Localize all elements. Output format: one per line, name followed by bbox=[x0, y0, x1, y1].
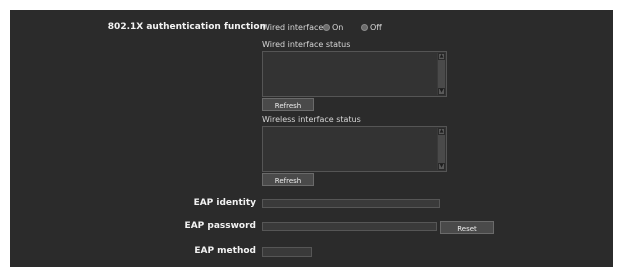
scroll-up-icon[interactable]: ▲ bbox=[438, 128, 445, 135]
wired-status-textarea[interactable]: ▲ ▼ bbox=[262, 51, 447, 97]
eap-method-select[interactable] bbox=[262, 247, 312, 257]
eap-password-label: EAP password bbox=[184, 221, 256, 231]
wireless-status-label: Wireless interface status bbox=[262, 115, 361, 124]
wireless-refresh-button[interactable]: Refresh bbox=[262, 173, 314, 186]
radio-on-label: On bbox=[332, 23, 344, 32]
wired-interface-label: Wired interface bbox=[262, 23, 324, 32]
wired-status-label: Wired interface status bbox=[262, 40, 351, 49]
reset-button[interactable]: Reset bbox=[440, 221, 494, 234]
scroll-up-icon[interactable]: ▲ bbox=[438, 53, 445, 60]
radio-on[interactable] bbox=[323, 24, 330, 31]
eap-method-label: EAP method bbox=[194, 246, 256, 256]
wireless-status-scrollbar[interactable]: ▲ ▼ bbox=[437, 128, 445, 170]
scroll-down-icon[interactable]: ▼ bbox=[438, 88, 445, 95]
eap-password-input[interactable] bbox=[262, 222, 437, 231]
wired-status-scrollbar[interactable]: ▲ ▼ bbox=[437, 53, 445, 95]
eap-identity-label: EAP identity bbox=[193, 198, 256, 208]
scroll-down-icon[interactable]: ▼ bbox=[438, 163, 445, 170]
settings-panel: 802.1X authentication function Wired int… bbox=[10, 10, 613, 267]
auth-function-label: 802.1X authentication function bbox=[107, 22, 266, 32]
wireless-status-textarea[interactable]: ▲ ▼ bbox=[262, 126, 447, 172]
radio-off-label: Off bbox=[370, 23, 382, 32]
eap-identity-input[interactable] bbox=[262, 199, 440, 208]
radio-off[interactable] bbox=[361, 24, 368, 31]
wired-refresh-button[interactable]: Refresh bbox=[262, 98, 314, 111]
